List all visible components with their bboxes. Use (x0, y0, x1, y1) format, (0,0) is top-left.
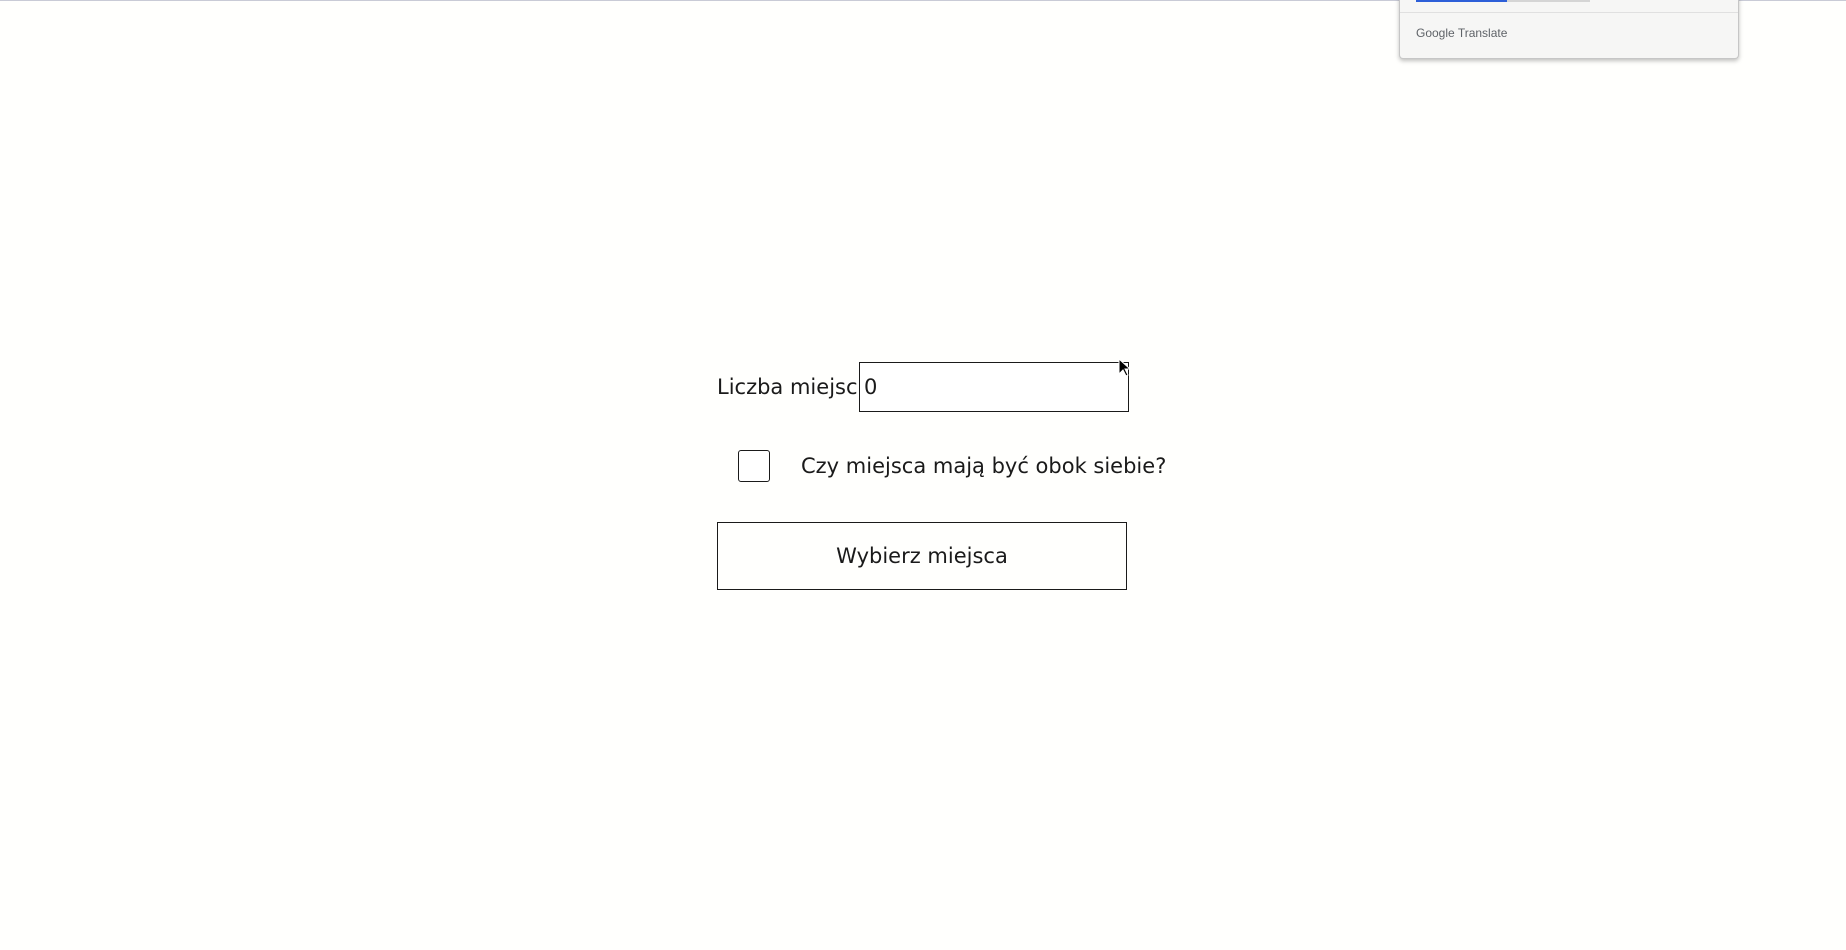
adjacent-seats-label: Czy miejsca mają być obok siebie? (801, 454, 1167, 478)
google-logo-text: Google (1416, 26, 1455, 40)
choose-seats-button[interactable]: Wybierz miejsca (717, 522, 1127, 590)
seat-count-row: Liczba miejsc: 0 (717, 362, 1129, 412)
google-translate-logo: Google Translate (1416, 26, 1507, 40)
adjacent-seats-checkbox[interactable] (738, 450, 770, 482)
translate-divider (1400, 12, 1738, 13)
google-translate-popup: Google Translate (1399, 0, 1739, 59)
translate-tab-bar[interactable] (1416, 0, 1590, 2)
translate-logo-text: Translate (1457, 26, 1508, 40)
seat-count-label: Liczba miejsc: (717, 375, 865, 399)
mouse-cursor-icon (1118, 358, 1132, 377)
seat-count-value: 0 (864, 375, 878, 399)
translate-tab-active-indicator (1416, 0, 1507, 2)
adjacent-seats-row: Czy miejsca mają być obok siebie? (717, 450, 1166, 484)
seat-count-input[interactable]: 0 (859, 362, 1129, 412)
